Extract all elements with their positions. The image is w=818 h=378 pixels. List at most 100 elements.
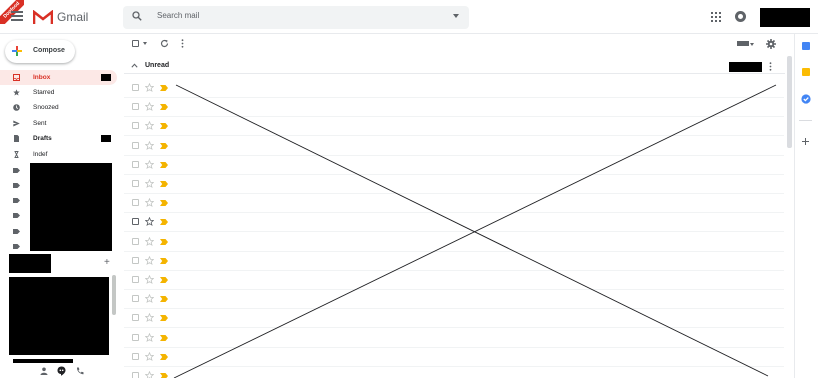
redacted-count xyxy=(729,62,762,72)
important-marker-icon[interactable] xyxy=(160,104,168,111)
input-tools-icon[interactable] xyxy=(737,41,749,46)
row-checkbox[interactable] xyxy=(132,372,139,378)
row-checkbox[interactable] xyxy=(132,141,139,149)
row-checkbox[interactable] xyxy=(132,295,139,303)
redacted-content-placeholder xyxy=(173,84,777,378)
important-marker-icon[interactable] xyxy=(160,296,168,303)
send-icon xyxy=(13,120,20,127)
calendar-icon[interactable] xyxy=(802,42,810,50)
important-marker-icon[interactable] xyxy=(160,200,168,207)
side-panel-divider xyxy=(799,120,812,121)
chevron-down-icon[interactable] xyxy=(143,42,147,45)
row-checkbox[interactable] xyxy=(132,199,139,207)
label-icon[interactable] xyxy=(13,243,20,250)
drafts-count xyxy=(101,135,111,142)
star-icon[interactable] xyxy=(145,140,154,150)
section-header xyxy=(124,58,788,74)
star-icon[interactable] xyxy=(145,159,154,169)
add-label-button[interactable]: + xyxy=(104,257,110,268)
sidebar-item-label[interactable]: Starred xyxy=(33,89,54,96)
account-avatar[interactable] xyxy=(760,8,810,27)
person-icon[interactable] xyxy=(40,367,48,375)
draft-icon xyxy=(14,135,19,142)
important-marker-icon[interactable] xyxy=(160,181,168,187)
search-icon[interactable] xyxy=(132,11,142,21)
star-icon[interactable] xyxy=(145,294,154,304)
star-icon[interactable] xyxy=(145,217,154,227)
star-icon[interactable] xyxy=(145,255,154,265)
phone-icon[interactable] xyxy=(76,367,84,375)
important-marker-icon[interactable] xyxy=(160,238,168,245)
star-icon[interactable] xyxy=(145,236,154,246)
row-checkbox[interactable] xyxy=(132,237,139,245)
row-checkbox[interactable] xyxy=(132,256,139,264)
sidebar-item-label[interactable]: Sent xyxy=(33,120,46,127)
gmail-logo[interactable] xyxy=(33,10,53,25)
row-checkbox[interactable] xyxy=(132,333,139,341)
label-icon[interactable] xyxy=(13,212,20,219)
hourglass-icon xyxy=(14,151,19,158)
sidebar-scrollbar[interactable] xyxy=(112,275,116,315)
label-icon[interactable] xyxy=(13,182,20,189)
search-options-icon[interactable] xyxy=(453,14,459,18)
row-checkbox[interactable] xyxy=(132,160,139,168)
label-icon[interactable] xyxy=(13,197,20,204)
redacted-contacts xyxy=(9,277,109,355)
important-marker-icon[interactable] xyxy=(160,353,168,360)
important-marker-icon[interactable] xyxy=(160,142,168,149)
important-marker-icon[interactable] xyxy=(160,334,168,341)
star-icon[interactable] xyxy=(145,102,154,112)
label-icon[interactable] xyxy=(13,228,20,235)
star-icon[interactable] xyxy=(145,83,154,92)
star-icon[interactable] xyxy=(145,121,154,131)
collapse-chevron-icon[interactable] xyxy=(131,63,138,68)
important-marker-icon[interactable] xyxy=(160,219,168,226)
star-icon[interactable] xyxy=(145,179,154,188)
main-menu-icon[interactable] xyxy=(11,11,23,21)
redacted-user xyxy=(9,254,51,273)
sidebar-item-label[interactable]: Drafts xyxy=(33,135,52,142)
compose-label: Compose xyxy=(33,47,65,54)
refresh-icon[interactable] xyxy=(160,39,169,48)
sidebar-item-label[interactable]: Indef xyxy=(33,151,47,158)
gear-icon[interactable] xyxy=(766,39,776,49)
row-checkbox[interactable] xyxy=(132,352,139,360)
row-checkbox[interactable] xyxy=(132,276,139,283)
keep-icon[interactable] xyxy=(802,68,810,76)
star-icon[interactable] xyxy=(145,198,154,208)
important-marker-icon[interactable] xyxy=(160,257,168,264)
apps-grid-icon[interactable] xyxy=(711,12,721,22)
row-checkbox[interactable] xyxy=(132,103,139,111)
star-icon[interactable] xyxy=(145,275,154,284)
main-scrollbar-thumb[interactable] xyxy=(787,56,792,148)
hangouts-icon[interactable] xyxy=(57,366,66,376)
tasks-icon[interactable] xyxy=(801,94,811,104)
row-checkbox[interactable] xyxy=(132,314,139,322)
row-checkbox[interactable] xyxy=(132,84,139,91)
notifications-icon[interactable] xyxy=(735,11,746,22)
important-marker-icon[interactable] xyxy=(160,85,168,91)
important-marker-icon[interactable] xyxy=(160,373,168,378)
star-icon[interactable] xyxy=(145,313,154,323)
sidebar-item-label: Inbox xyxy=(33,74,51,81)
star-icon[interactable] xyxy=(145,332,154,342)
search-input[interactable]: Search mail xyxy=(157,11,199,20)
chevron-down-icon[interactable] xyxy=(750,43,754,46)
add-addon-icon[interactable] xyxy=(802,138,809,145)
important-marker-icon[interactable] xyxy=(160,315,168,322)
gmail-brand-text[interactable]: Gmail xyxy=(57,10,88,24)
important-marker-icon[interactable] xyxy=(160,161,168,168)
star-icon[interactable] xyxy=(145,371,154,378)
section-title[interactable]: Unread xyxy=(145,62,169,69)
star-icon[interactable] xyxy=(145,351,154,361)
row-checkbox[interactable] xyxy=(132,122,139,130)
row-checkbox[interactable] xyxy=(132,180,139,187)
sidebar-item-label[interactable]: Snoozed xyxy=(33,104,59,111)
select-all-checkbox[interactable] xyxy=(132,40,139,47)
more-vert-icon[interactable] xyxy=(181,39,184,48)
label-icon[interactable] xyxy=(13,167,20,174)
important-marker-icon[interactable] xyxy=(160,123,168,130)
more-vert-icon[interactable] xyxy=(769,62,772,71)
important-marker-icon[interactable] xyxy=(160,277,168,283)
row-checkbox[interactable] xyxy=(132,218,139,226)
